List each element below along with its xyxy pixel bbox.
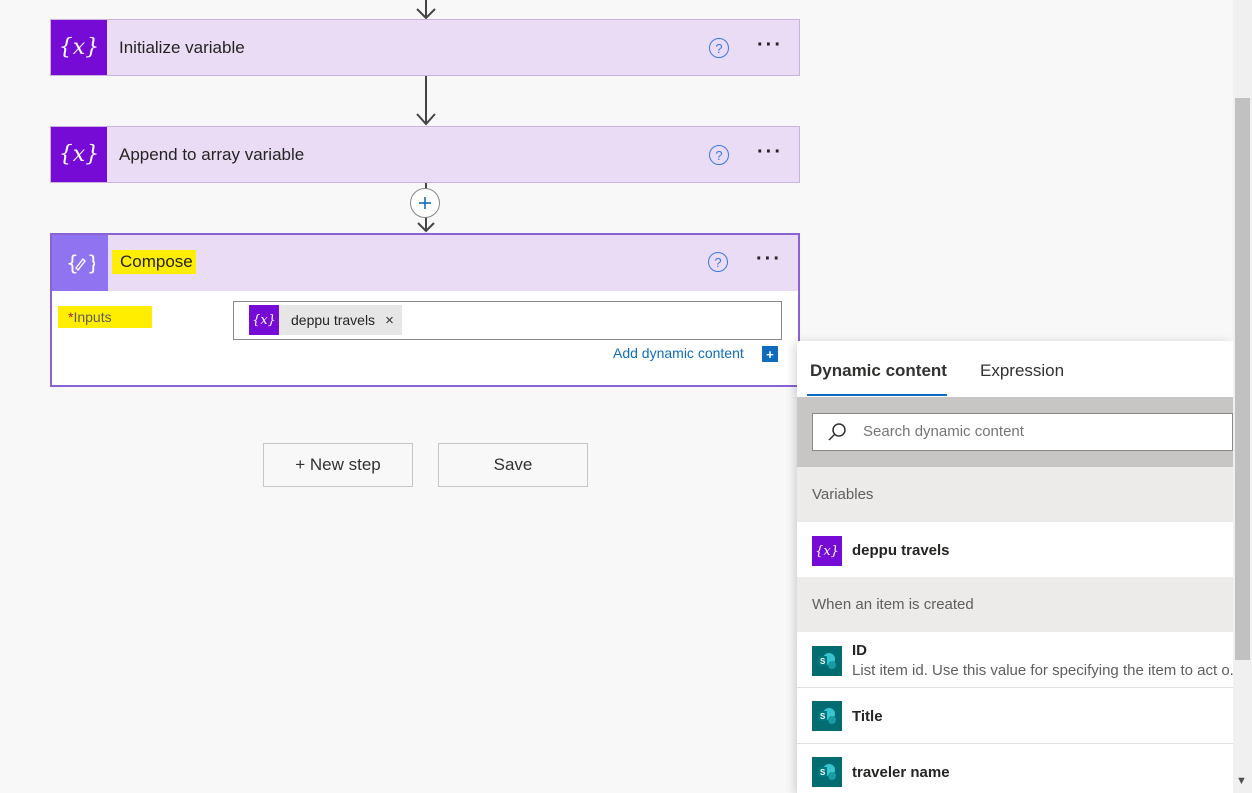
section-header-variables: Variables [797, 467, 1233, 522]
insert-step-icon[interactable] [410, 188, 440, 218]
compose-header[interactable]: {} Compose ? ··· [52, 235, 798, 291]
item-title: Title [852, 708, 883, 725]
token-label: deppu travels [291, 312, 376, 328]
svg-text:S: S [820, 768, 826, 777]
step-title: Append to array variable [119, 144, 305, 164]
inputs-label: *Inputs [58, 306, 152, 328]
list-item[interactable]: S Title [797, 688, 1233, 744]
compose-icon: {} [52, 235, 108, 291]
compose-title[interactable]: Compose [112, 250, 196, 274]
variable-icon: {x} [812, 536, 842, 566]
sharepoint-icon: S [812, 646, 842, 676]
svg-text:{: { [66, 251, 79, 275]
add-dynamic-content-button[interactable]: + [762, 346, 778, 362]
active-tab-indicator [807, 394, 947, 396]
scrollbar-thumb[interactable] [1235, 98, 1250, 660]
more-options-icon[interactable]: ··· [757, 141, 783, 164]
help-icon[interactable]: ? [709, 38, 729, 58]
remove-token-icon[interactable]: × [385, 312, 394, 329]
step-initialize-variable[interactable]: {x} Initialize variable ? ··· [50, 19, 800, 76]
more-options-icon[interactable]: ··· [756, 248, 782, 271]
item-description: List item id. Use this value for specify… [852, 662, 1233, 679]
new-step-button[interactable]: + New step [263, 443, 413, 487]
help-icon[interactable]: ? [709, 145, 729, 165]
step-compose[interactable]: {} Compose ? ··· *Inputs {x} deppu trave… [50, 233, 800, 387]
sharepoint-icon: S [812, 701, 842, 731]
add-dynamic-content-link[interactable]: Add dynamic content [613, 345, 744, 361]
step-append-to-array-variable[interactable]: {x} Append to array variable ? ··· [50, 126, 800, 183]
list-item[interactable]: {x} deppu travels [797, 522, 1233, 578]
svg-text:S: S [820, 657, 826, 666]
connector-arrow [415, 0, 437, 20]
svg-text:}: } [87, 251, 95, 275]
flow-canvas: {x} Initialize variable ? ··· {x} Append… [0, 0, 1252, 793]
variable-icon: {x} [51, 20, 107, 75]
search-box[interactable] [812, 413, 1233, 451]
inputs-label-text: Inputs [73, 309, 112, 325]
tab-dynamic-content[interactable]: Dynamic content [810, 361, 947, 381]
search-area [797, 397, 1233, 467]
section-header-trigger: When an item is created [797, 577, 1233, 632]
variable-icon: {x} [51, 127, 107, 182]
list-item[interactable]: S ID List item id. Use this value for sp… [797, 632, 1233, 688]
item-title: ID [852, 642, 867, 659]
step-title: Initialize variable [119, 37, 245, 57]
dynamic-content-panel: Dynamic content Expression Variables {x}… [797, 341, 1233, 793]
item-title: traveler name [852, 764, 950, 781]
list-item[interactable]: S traveler name [797, 744, 1233, 793]
svg-text:S: S [820, 712, 826, 721]
search-input[interactable] [863, 423, 1223, 440]
scroll-down-icon[interactable]: ▼ [1236, 775, 1247, 787]
sharepoint-icon: S [812, 757, 842, 787]
help-icon[interactable]: ? [708, 252, 728, 272]
tab-expression[interactable]: Expression [980, 361, 1064, 381]
item-title: deppu travels [852, 542, 950, 559]
connector-arrow [415, 76, 437, 126]
more-options-icon[interactable]: ··· [757, 34, 783, 57]
variable-icon: {x} [249, 305, 279, 335]
inputs-field[interactable]: {x} deppu travels × [233, 301, 782, 340]
save-button[interactable]: Save [438, 443, 588, 487]
dynamic-token[interactable]: {x} deppu travels × [249, 305, 402, 335]
search-icon [828, 423, 846, 441]
